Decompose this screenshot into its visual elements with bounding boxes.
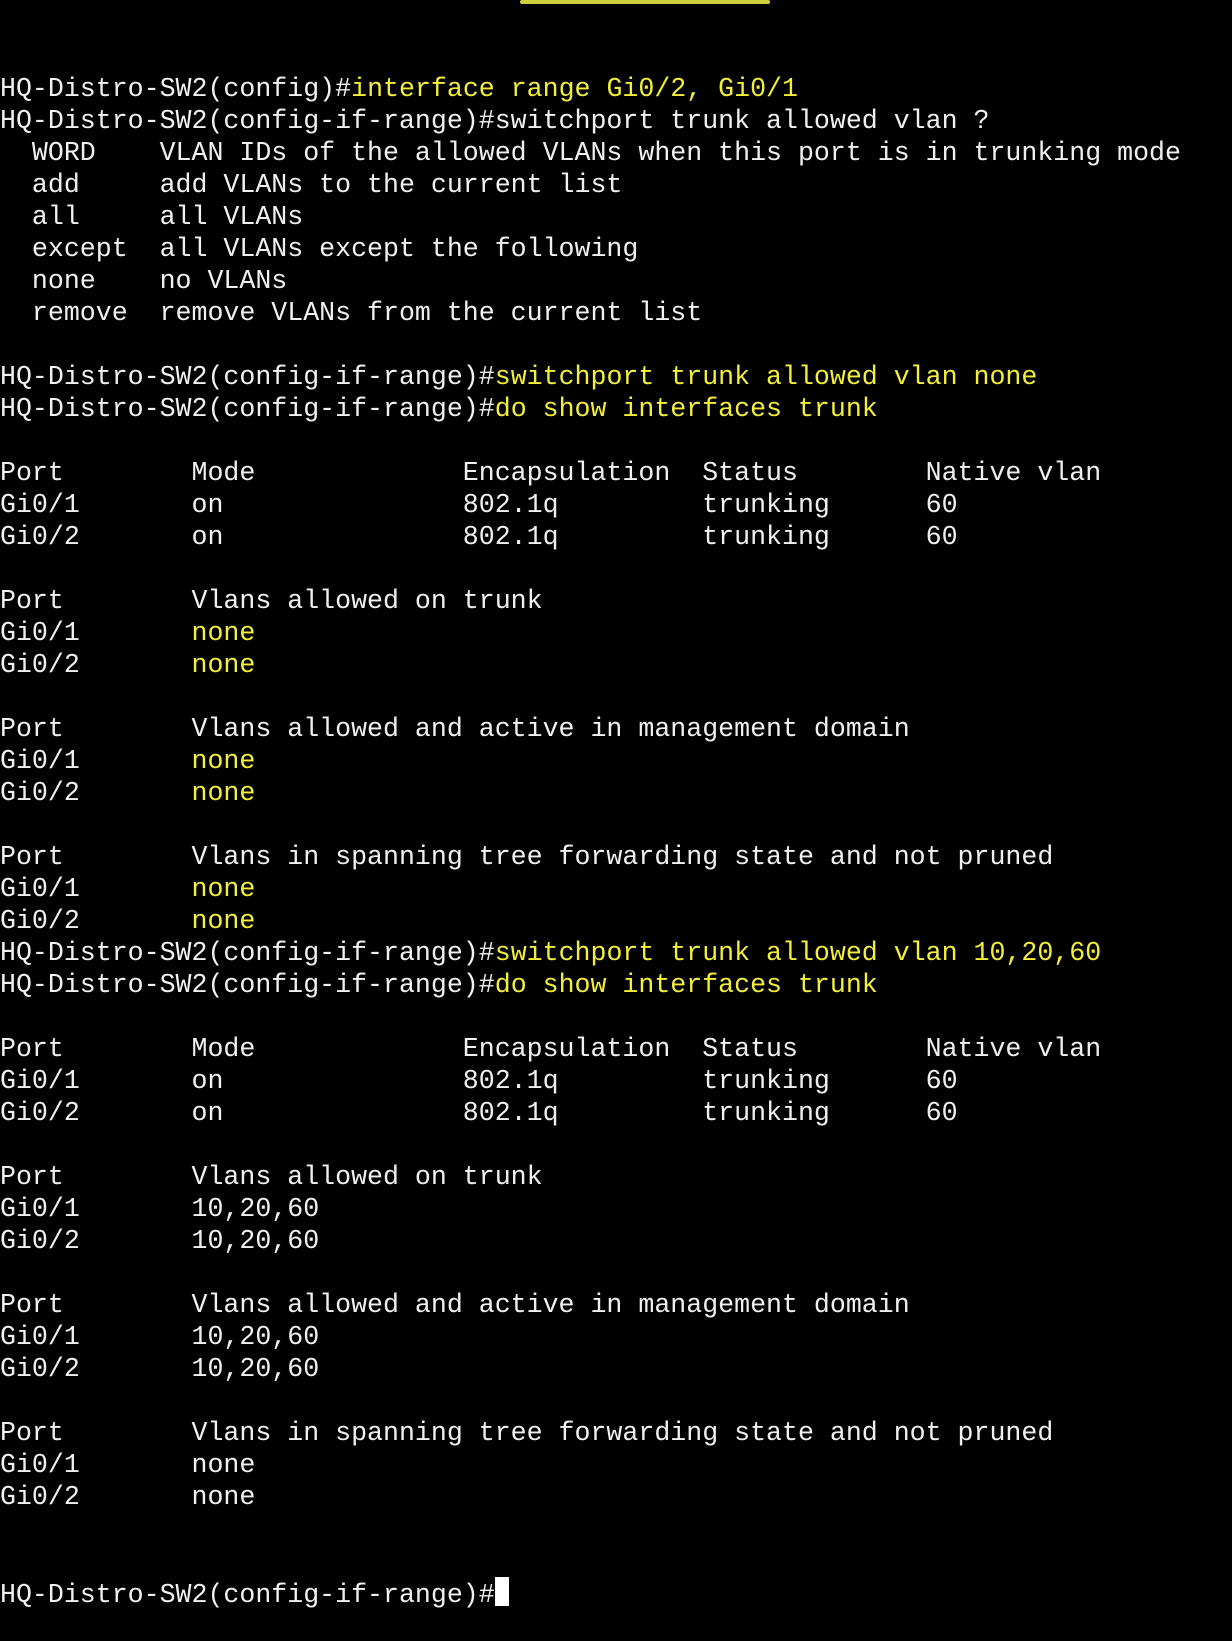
terminal-command-text: do show interfaces trunk — [494, 394, 878, 424]
terminal-line: Gi0/2 none — [0, 905, 1232, 937]
terminal-line: except all VLANs except the following — [0, 233, 1232, 265]
terminal-text: none no VLANs — [0, 266, 288, 296]
terminal-text: Port Vlans allowed on trunk — [0, 586, 543, 616]
terminal-text: Gi0/2 — [0, 650, 192, 680]
terminal-text: Port Vlans in spanning tree forwarding s… — [0, 1418, 1054, 1448]
terminal-prompt: HQ-Distro-SW2(config-if-range)# — [0, 1580, 495, 1610]
terminal-line: HQ-Distro-SW2(config-if-range)#switchpor… — [0, 937, 1232, 969]
terminal-line: Port Vlans allowed on trunk — [0, 1161, 1232, 1193]
terminal-text: HQ-Distro-SW2(config-if-range)# — [0, 362, 495, 392]
terminal-text: Gi0/2 on 802.1q trunking 60 — [0, 522, 958, 552]
terminal-text: Gi0/1 10,20,60 — [0, 1322, 320, 1352]
terminal-text: Port Mode Encapsulation Status Native vl… — [0, 1034, 1102, 1064]
terminal-text: Gi0/2 10,20,60 — [0, 1226, 320, 1256]
terminal-prompt-line[interactable]: HQ-Distro-SW2(config-if-range)# — [0, 1577, 1232, 1610]
terminal-line: Gi0/2 none — [0, 649, 1232, 681]
terminal-line: Port Vlans allowed and active in managem… — [0, 1289, 1232, 1321]
terminal-text: Port Vlans in spanning tree forwarding s… — [0, 842, 1054, 872]
terminal-command-text: interface range Gi0/2, Gi0/1 — [351, 74, 798, 104]
terminal-text: Gi0/1 10,20,60 — [0, 1194, 320, 1224]
terminal-line: remove remove VLANs from the current lis… — [0, 297, 1232, 329]
terminal-text: Gi0/1 on 802.1q trunking 60 — [0, 1066, 958, 1096]
terminal-text: Gi0/1 — [0, 746, 192, 776]
terminal-command-text: do show interfaces trunk — [494, 970, 878, 1000]
terminal-line: HQ-Distro-SW2(config-if-range)#switchpor… — [0, 105, 1232, 137]
terminal-text: Port Vlans allowed and active in managem… — [0, 1290, 910, 1320]
terminal-line: Gi0/2 none — [0, 777, 1232, 809]
terminal-text: HQ-Distro-SW2(config-if-range)# — [0, 970, 495, 1000]
terminal-line: Gi0/1 none — [0, 873, 1232, 905]
terminal-text: add add VLANs to the current list — [0, 170, 623, 200]
terminal-line: HQ-Distro-SW2(config-if-range)#do show i… — [0, 393, 1232, 425]
terminal-command-text: none — [191, 650, 256, 680]
terminal-text: HQ-Distro-SW2(config-if-range)#switchpor… — [0, 106, 990, 136]
terminal-line: Gi0/1 10,20,60 — [0, 1193, 1232, 1225]
terminal-line: Gi0/1 none — [0, 1449, 1232, 1481]
terminal-window[interactable]: HQ-Distro-SW2(config)#interface range Gi… — [0, 9, 1232, 1641]
terminal-line: WORD VLAN IDs of the allowed VLANs when … — [0, 137, 1232, 169]
terminal-line: Port Vlans allowed on trunk — [0, 585, 1232, 617]
terminal-line: Gi0/2 on 802.1q trunking 60 — [0, 521, 1232, 553]
terminal-text: Port Vlans allowed on trunk — [0, 1162, 543, 1192]
terminal-text: Gi0/2 on 802.1q trunking 60 — [0, 1098, 958, 1128]
terminal-line: Port Vlans in spanning tree forwarding s… — [0, 841, 1232, 873]
terminal-line: Gi0/1 10,20,60 — [0, 1321, 1232, 1353]
terminal-line: HQ-Distro-SW2(config-if-range)#switchpor… — [0, 361, 1232, 393]
terminal-text: Gi0/1 — [0, 874, 192, 904]
terminal-line: Gi0/2 10,20,60 — [0, 1225, 1232, 1257]
terminal-text: HQ-Distro-SW2(config-if-range)# — [0, 394, 495, 424]
terminal-line: Gi0/1 on 802.1q trunking 60 — [0, 489, 1232, 521]
terminal-text: HQ-Distro-SW2(config-if-range)# — [0, 938, 495, 968]
terminal-text: Gi0/2 none — [0, 1482, 256, 1512]
terminal-output: HQ-Distro-SW2(config)#interface range Gi… — [0, 73, 1232, 1513]
terminal-line: add add VLANs to the current list — [0, 169, 1232, 201]
terminal-text: WORD VLAN IDs of the allowed VLANs when … — [0, 138, 1181, 168]
terminal-text: Gi0/2 — [0, 906, 192, 936]
terminal-command-text: none — [191, 906, 256, 936]
terminal-text: all all VLANs — [0, 202, 304, 232]
terminal-text: Gi0/2 10,20,60 — [0, 1354, 320, 1384]
terminal-text: Gi0/1 on 802.1q trunking 60 — [0, 490, 958, 520]
highlighter-mark — [520, 0, 770, 4]
terminal-text: remove remove VLANs from the current lis… — [0, 298, 703, 328]
terminal-line: Port Mode Encapsulation Status Native vl… — [0, 1033, 1232, 1065]
terminal-line: none no VLANs — [0, 265, 1232, 297]
terminal-text: Port Mode Encapsulation Status Native vl… — [0, 458, 1102, 488]
terminal-command-text: none — [191, 618, 256, 648]
terminal-text: HQ-Distro-SW2(config)# — [0, 74, 352, 104]
terminal-command-text: none — [191, 746, 256, 776]
terminal-line: Gi0/2 10,20,60 — [0, 1353, 1232, 1385]
terminal-command-text: switchport trunk allowed vlan none — [494, 362, 1038, 392]
terminal-line: Gi0/2 none — [0, 1481, 1232, 1513]
terminal-line: Port Vlans in spanning tree forwarding s… — [0, 1417, 1232, 1449]
terminal-line: Gi0/1 none — [0, 745, 1232, 777]
terminal-line: Gi0/2 on 802.1q trunking 60 — [0, 1097, 1232, 1129]
terminal-line: all all VLANs — [0, 201, 1232, 233]
terminal-text: Gi0/2 — [0, 778, 192, 808]
terminal-line: HQ-Distro-SW2(config)#interface range Gi… — [0, 73, 1232, 105]
terminal-command-text: none — [191, 874, 256, 904]
terminal-text: Gi0/1 none — [0, 1450, 256, 1480]
terminal-line: Gi0/1 none — [0, 617, 1232, 649]
terminal-text: Gi0/1 — [0, 618, 192, 648]
terminal-line: Port Vlans allowed and active in managem… — [0, 713, 1232, 745]
terminal-line: Gi0/1 on 802.1q trunking 60 — [0, 1065, 1232, 1097]
terminal-text: except all VLANs except the following — [0, 234, 639, 264]
terminal-command-text: switchport trunk allowed vlan 10,20,60 — [494, 938, 1102, 968]
terminal-text: Port Vlans allowed and active in managem… — [0, 714, 910, 744]
terminal-line: Port Mode Encapsulation Status Native vl… — [0, 457, 1232, 489]
terminal-line: HQ-Distro-SW2(config-if-range)#do show i… — [0, 969, 1232, 1001]
terminal-cursor — [494, 1577, 509, 1606]
terminal-command-text: none — [191, 778, 256, 808]
